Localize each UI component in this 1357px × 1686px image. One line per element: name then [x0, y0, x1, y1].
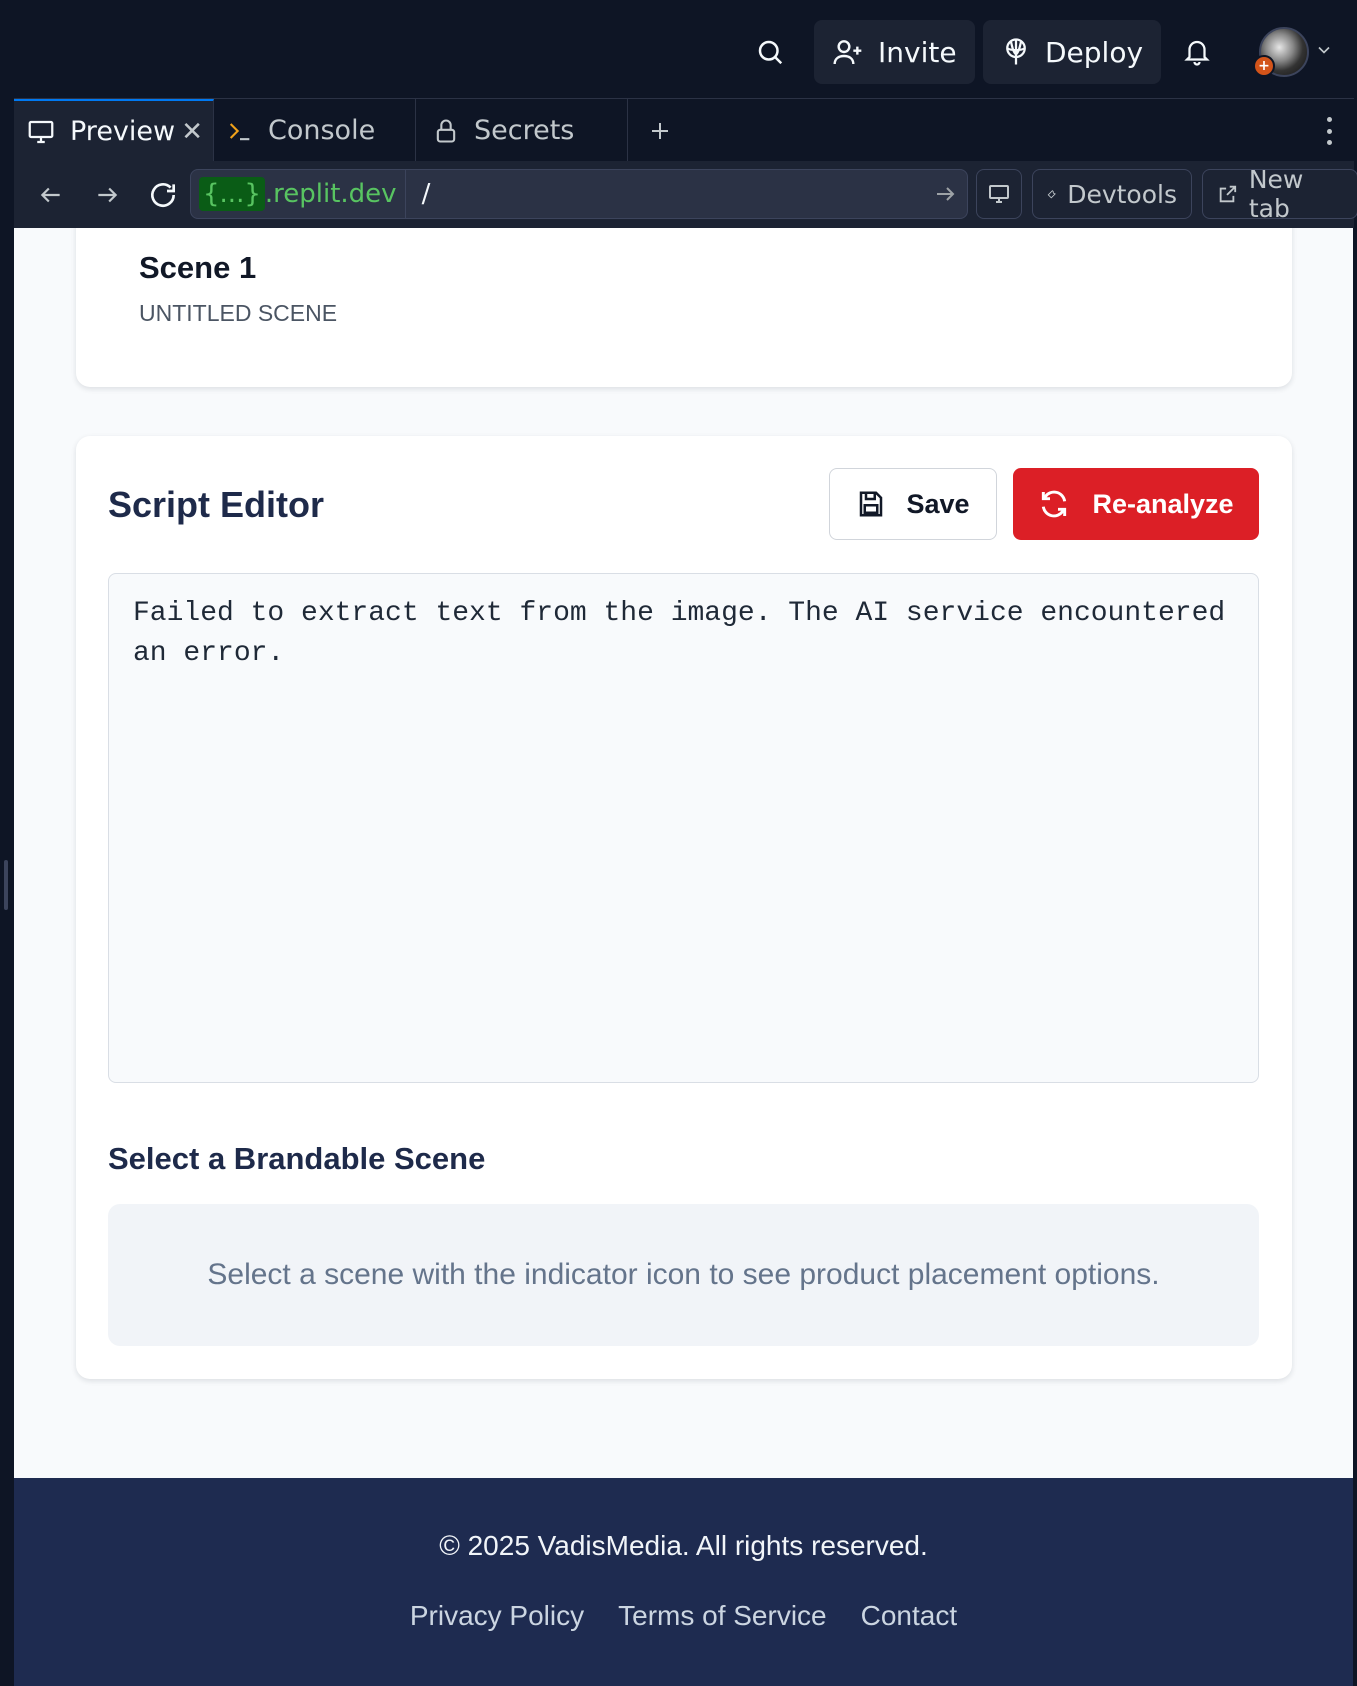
- arrow-right-icon: [98, 187, 118, 203]
- devtools-label: Devtools: [1067, 179, 1177, 209]
- site-footer: © 2025 VadisMedia. All rights reserved. …: [14, 1478, 1353, 1686]
- footer-links: Privacy Policy Terms of Service Contact: [14, 1600, 1353, 1632]
- url-host-domain: .replit.dev: [264, 179, 397, 209]
- tab-preview[interactable]: Preview ✕: [14, 99, 214, 162]
- deploy-button[interactable]: Deploy: [983, 20, 1162, 84]
- tab-label: Secrets: [474, 115, 575, 146]
- monitor-icon: [989, 185, 1009, 203]
- url-host: {...} .replit.dev: [191, 170, 406, 218]
- device-preview-button[interactable]: [976, 169, 1022, 219]
- plus-icon: [652, 122, 668, 139]
- pane-resize-handle[interactable]: [4, 860, 8, 910]
- invite-button[interactable]: Invite: [814, 20, 975, 84]
- more-options-icon[interactable]: [1314, 113, 1344, 149]
- new-tab-plus-button[interactable]: [630, 99, 690, 162]
- refresh-icon: [151, 183, 175, 207]
- bell-icon: [1184, 40, 1210, 66]
- brandable-scene-title: Select a Brandable Scene: [108, 1141, 486, 1176]
- notifications-button[interactable]: [1165, 20, 1229, 84]
- scene-subtitle: UNTITLED SCENE: [139, 300, 338, 326]
- back-button[interactable]: [28, 173, 74, 217]
- reload-button[interactable]: [140, 173, 186, 217]
- go-arrow-icon[interactable]: [933, 182, 957, 206]
- url-input[interactable]: {...} .replit.dev /: [190, 169, 968, 219]
- devtools-button[interactable]: Devtools: [1032, 169, 1192, 219]
- scene-card[interactable]: Scene 1 UNTITLED SCENE: [76, 228, 1292, 387]
- save-icon: [860, 491, 883, 517]
- footer-link-contact[interactable]: Contact: [861, 1600, 958, 1632]
- tab-strip: Preview ✕ Console Secrets: [14, 98, 1354, 162]
- reanalyze-button[interactable]: Re-analyze: [1013, 468, 1259, 540]
- plus-badge-icon: +: [1253, 55, 1275, 77]
- new-tab-label: New tab: [1248, 165, 1304, 223]
- brandable-scene-hint: Select a scene with the indicator icon t…: [207, 1258, 1160, 1291]
- tab-console[interactable]: Console: [214, 99, 416, 162]
- tab-secrets[interactable]: Secrets: [416, 99, 628, 162]
- close-icon[interactable]: ✕: [181, 117, 203, 147]
- preview-toolbar: {...} .replit.dev / Devtools New tab: [14, 161, 1357, 228]
- wrench-icon: [1047, 190, 1056, 199]
- footer-link-terms[interactable]: Terms of Service: [618, 1600, 827, 1632]
- url-host-braces: {...}: [199, 177, 265, 211]
- tab-label: Console: [268, 115, 376, 146]
- lock-icon: [436, 119, 456, 143]
- workspace-header: Invite Deploy +: [0, 0, 1357, 98]
- script-textarea[interactable]: Failed to extract text from the image. T…: [108, 573, 1259, 1083]
- monitor-icon: [28, 120, 54, 143]
- reanalyze-label: Re-analyze: [1092, 488, 1234, 519]
- footer-copyright: © 2025 VadisMedia. All rights reserved.: [439, 1530, 928, 1561]
- tab-label: Preview: [70, 116, 176, 147]
- open-new-tab-button[interactable]: New tab: [1202, 165, 1357, 223]
- scene-title: Scene 1: [139, 250, 257, 285]
- deploy-label: Deploy: [1045, 35, 1144, 69]
- add-user-icon: [833, 40, 862, 65]
- save-label: Save: [906, 488, 970, 519]
- terminal-icon: [229, 122, 250, 140]
- refresh-icon: [1042, 490, 1067, 518]
- search-button[interactable]: [738, 20, 802, 84]
- script-editor-title: Script Editor: [108, 484, 325, 525]
- preview-viewport: Scene 1 UNTITLED SCENE Script Editor Sav…: [14, 228, 1353, 1686]
- chevron-down-icon[interactable]: [1314, 40, 1334, 60]
- forward-button[interactable]: [84, 173, 130, 217]
- script-editor-card: Script Editor Save Re-analyze Failed to …: [76, 436, 1292, 1379]
- invite-label: Invite: [878, 35, 957, 69]
- url-path: /: [421, 179, 431, 209]
- search-icon: [758, 40, 783, 65]
- deploy-icon: [1006, 38, 1026, 65]
- brandable-scene-placeholder: Select a scene with the indicator icon t…: [108, 1204, 1259, 1346]
- save-button[interactable]: Save: [829, 468, 997, 540]
- external-link-icon: [1219, 185, 1237, 203]
- footer-link-privacy[interactable]: Privacy Policy: [410, 1600, 584, 1632]
- arrow-left-icon: [40, 187, 60, 203]
